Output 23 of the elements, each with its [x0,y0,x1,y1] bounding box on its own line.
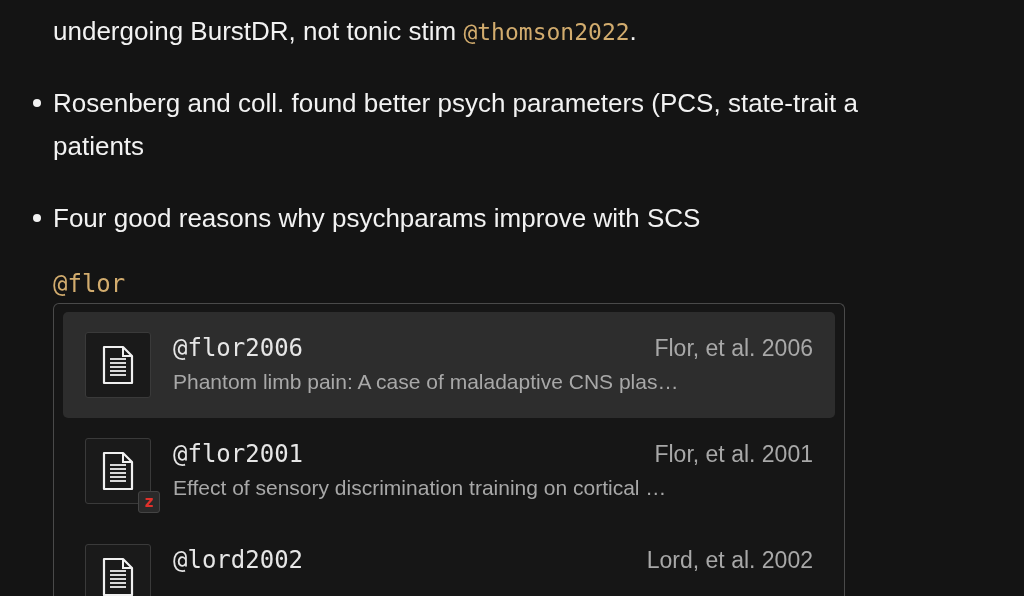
list-text: Rosenberg and coll. found better psych parameters (PCS, state-trait a [53,87,858,120]
document-icon [101,451,135,491]
citation-link[interactable]: @thomson2022 [463,19,630,45]
suggestion-item[interactable]: @lord2002 Lord, et al. 2002 [63,524,835,596]
list-text: undergoing BurstDR, not tonic stim @thomson2022. [53,15,637,48]
bullet-icon [33,99,41,107]
author-year: Flor, et al. 2006 [654,335,813,362]
author-year: Flor, et al. 2001 [654,441,813,468]
list-text: Four good reasons why psychparams improve with SCS [53,202,701,235]
citation-key: @flor2001 [173,440,304,468]
citation-key: @lord2002 [173,546,304,574]
reference-title: Phantom limb pain: A case of maladaptive CNS plas… [173,370,680,394]
document-icon [101,345,135,385]
author-year: Lord, et al. 2002 [646,547,813,574]
citation-key: @flor2006 [173,334,304,362]
reference-title: Effect of sensory discrimination training on cortical … [173,476,668,500]
typed-citation: @flor [53,269,127,299]
suggestion-item[interactable]: @flor2006 Flor, et al. 2006 Phantom limb pain: A case of maladaptive CNS plas… [63,312,835,418]
list-text: patients [53,130,146,163]
suggestion-item[interactable]: z @flor2001 Flor, et al. 2001 Effect of sensory discrimination training on cortical … [63,418,835,524]
zotero-badge: z [138,491,160,513]
bullet-icon [33,214,41,222]
document-icon [101,557,135,596]
